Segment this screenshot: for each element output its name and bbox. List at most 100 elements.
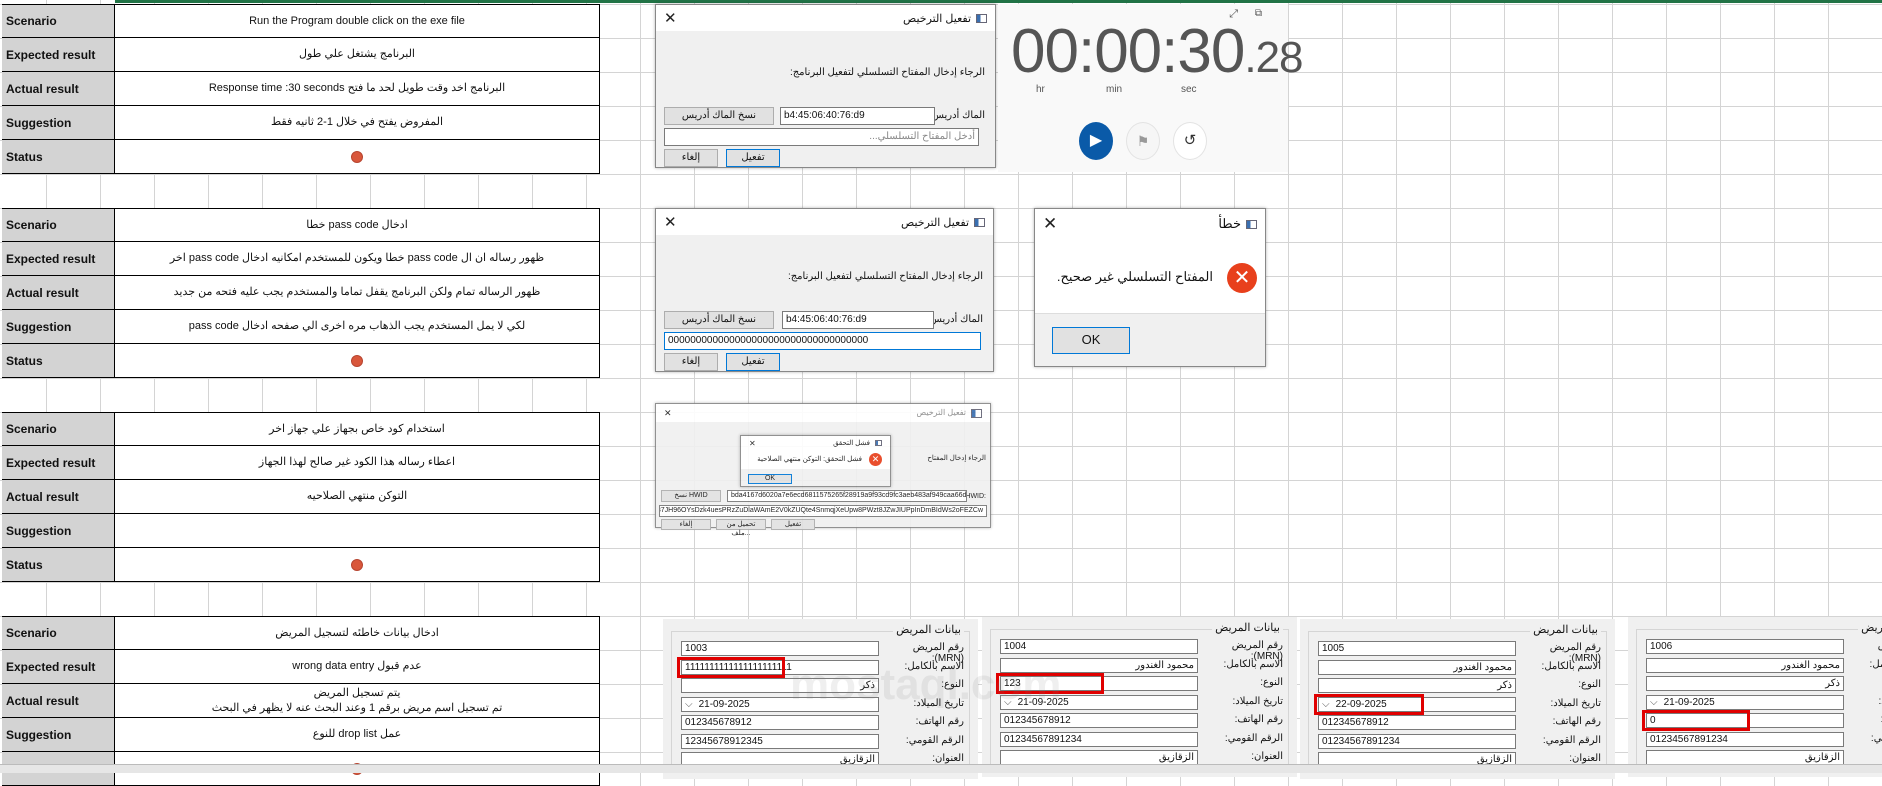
app-icon: [875, 440, 882, 447]
phone-field[interactable]: 012345678912: [1318, 715, 1516, 730]
mac-field[interactable]: b4:45:06:40:76:d9: [780, 107, 935, 125]
national_id-field[interactable]: 01234567891234: [1000, 731, 1198, 747]
serial-input[interactable]: 000000000000000000000000000000000000: [664, 332, 981, 350]
close-icon[interactable]: ✕: [1043, 214, 1057, 234]
cell-status[interactable]: [115, 140, 600, 173]
close-icon[interactable]: ✕: [664, 408, 672, 419]
national_id-value: 12345678912345: [685, 735, 763, 747]
play-button[interactable]: ▶: [1079, 122, 1113, 160]
cancel-button[interactable]: إلغاء: [664, 149, 718, 167]
cell-text-line: المفروض يفتح في خلال 1-2 ثانيه فقط: [270, 116, 444, 128]
gender-field[interactable]: ذكر: [1318, 678, 1516, 693]
sheet-tab-bar[interactable]: [0, 764, 1882, 773]
row-label: Suggestion: [2, 106, 115, 139]
national_id-field[interactable]: 12345678912345: [681, 733, 879, 749]
close-icon[interactable]: ✕: [664, 9, 677, 27]
cell-expected[interactable]: ظهور رساله ان ال pass code خطا ويكون للم…: [115, 242, 600, 275]
cell-actual[interactable]: البرنامج اخد وقت طويل لحد ما فتح Respons…: [115, 72, 600, 105]
cell-scenario[interactable]: ادخال pass code خطا: [115, 209, 600, 241]
cell-suggestion[interactable]: عمل drop list للنوع: [115, 718, 600, 751]
cell-scenario[interactable]: Run the Program double click on the exe …: [115, 5, 600, 37]
cell-text-line: تم تسجيل اسم مريض برقم 1 وعند البحث عنه …: [211, 701, 503, 714]
name-field[interactable]: محمود الغندور: [1318, 659, 1516, 675]
app-icon: [976, 14, 987, 24]
gender-field[interactable]: ذكر: [1646, 676, 1844, 691]
field-label-dob: تاريخ الميلاد:: [1550, 697, 1602, 709]
address-field[interactable]: الزقازيق: [1646, 750, 1844, 765]
close-icon[interactable]: ✕: [664, 213, 677, 231]
address-field[interactable]: الزقازيق: [1000, 750, 1198, 765]
phone-field[interactable]: 012345678912: [681, 715, 879, 730]
copy-mac-button[interactable]: نسخ الماك أدريس: [664, 107, 774, 125]
activate-button[interactable]: تفعيل: [726, 353, 780, 371]
field-label-dob: تاريخ الميلاد:: [1232, 695, 1284, 707]
mrn-field[interactable]: 1004: [1000, 639, 1198, 654]
cell-suggestion[interactable]: [115, 514, 600, 547]
field-label-dob: تاريخ الميلاد:: [1878, 695, 1882, 707]
seconds-label: sec: [1181, 84, 1197, 95]
test-case-block: Scenario Run the Program double click on …: [2, 4, 600, 174]
mrn-value: 1004: [1004, 641, 1027, 652]
copy-hwid-button[interactable]: نسخ HWID: [661, 490, 721, 502]
dropdown-chevron-icon[interactable]: ⌵: [685, 699, 693, 710]
prompt-text: الرجاء إدخال المفتاح التسلسلي لتفعيل الب…: [789, 67, 985, 78]
national_id-field[interactable]: 01234567891234: [1318, 733, 1516, 749]
field-label-dob: تاريخ الميلاد:: [913, 697, 965, 709]
activate-button[interactable]: تفعيل: [726, 149, 780, 167]
activate-button[interactable]: تفعيل: [771, 519, 815, 530]
field-label-phone: رقم الهاتف:: [915, 716, 964, 727]
error-dialog: خطأ ✕ ✕ المفتاح التسلسلي غير صحيح. OK: [1034, 208, 1266, 367]
table-row-scenario: Scenario ادخال pass code خطا: [2, 208, 600, 242]
dob-field[interactable]: ⌵ 21-09-2025: [681, 696, 879, 712]
cell-scenario[interactable]: ادخال بيانات خاطئه لتسجيل المريض: [115, 617, 600, 649]
cancel-button[interactable]: إلغاء: [661, 519, 711, 530]
table-row-suggestion: Suggestion لكي لا يمل المستخدم يجب الذهاب…: [2, 310, 600, 344]
name-value: محمود الغندور: [1781, 659, 1840, 671]
cell-expected[interactable]: البرنامج يشتغل علي طول: [115, 38, 600, 71]
ok-button[interactable]: OK: [748, 474, 792, 484]
dob-field[interactable]: ⌵ 21-09-2025: [1000, 694, 1198, 710]
phone-field[interactable]: 012345678912: [1000, 713, 1198, 728]
cell-expected[interactable]: اعطاء رساله هذا الكود غير صالح لهذا الجه…: [115, 446, 600, 479]
dob-field[interactable]: ⌵ 21-09-2025: [1646, 694, 1844, 710]
row-label: Suggestion: [2, 310, 115, 343]
close-icon[interactable]: ✕: [749, 439, 756, 448]
cell-expected[interactable]: عدم قبول wrong data entry: [115, 650, 600, 683]
cell-suggestion[interactable]: لكي لا يمل المستخدم يجب الذهاب مره اخرى …: [115, 310, 600, 343]
mrn-field[interactable]: 1006: [1646, 639, 1844, 654]
app-icon: [974, 218, 985, 228]
dropdown-chevron-icon[interactable]: ⌵: [1004, 697, 1012, 708]
cell-suggestion[interactable]: المفروض يفتح في خلال 1-2 ثانيه فقط: [115, 106, 600, 139]
national_id-value: 01234567891234: [1004, 733, 1082, 745]
table-row-suggestion: Suggestion: [2, 514, 600, 548]
load-file-button[interactable]: تحميل من ملف...: [716, 519, 766, 537]
row-label: Expected result: [2, 650, 115, 683]
cell-actual[interactable]: التوكن منتهي الصلاحيه: [115, 480, 600, 513]
name-field[interactable]: محمود الغندور: [1646, 657, 1844, 673]
token-input[interactable]: rG87JH96OYsDzk4uesPRzZuDlaWAmE2V0kZUQte4…: [659, 505, 987, 517]
mac-field[interactable]: b4:45:06:40:76:d9: [782, 311, 934, 329]
table-row-expected: Expected result عدم قبول wrong data entry: [2, 650, 600, 684]
gender-field[interactable]: ذكر: [681, 678, 879, 693]
mrn-field[interactable]: 1005: [1318, 641, 1516, 656]
app-icon: [971, 408, 982, 418]
lap-flag-button[interactable]: ⚑: [1126, 122, 1160, 160]
elapsed-time: 00:00:30: [1011, 17, 1245, 86]
cell-status[interactable]: [115, 344, 600, 377]
cell-actual[interactable]: ظهور الرساله تمام ولكن البرنامج يقفل تما…: [115, 276, 600, 309]
copy-mac-button[interactable]: نسخ الماك أدريس: [664, 311, 774, 329]
cell-status[interactable]: [115, 548, 600, 581]
reset-button[interactable]: ↺: [1173, 122, 1207, 160]
dropdown-chevron-icon[interactable]: ⌵: [1650, 697, 1658, 708]
field-label-national_id: الرقم القومي:: [1542, 734, 1601, 746]
serial-input[interactable]: أدخل المفتاح التسلسلي...: [664, 128, 979, 146]
mrn-field[interactable]: 1003: [681, 641, 879, 656]
hwid-field[interactable]: bda4167d6020a7e6ecd6811575265f28919a9f93…: [727, 490, 967, 502]
cancel-button[interactable]: إلغاء: [664, 353, 718, 371]
cell-actual[interactable]: يتم تسجيل المريض تم تسجيل اسم مريض برقم 1…: [115, 684, 600, 717]
cell-scenario[interactable]: استخدام كود خاص بجهاز علي جهاز اخر: [115, 413, 600, 445]
ok-button[interactable]: OK: [1052, 327, 1130, 354]
national_id-field[interactable]: 01234567891234: [1646, 731, 1844, 747]
gender-value: ذكر: [1497, 680, 1512, 691]
name-field[interactable]: محمود الغندور: [1000, 657, 1198, 673]
